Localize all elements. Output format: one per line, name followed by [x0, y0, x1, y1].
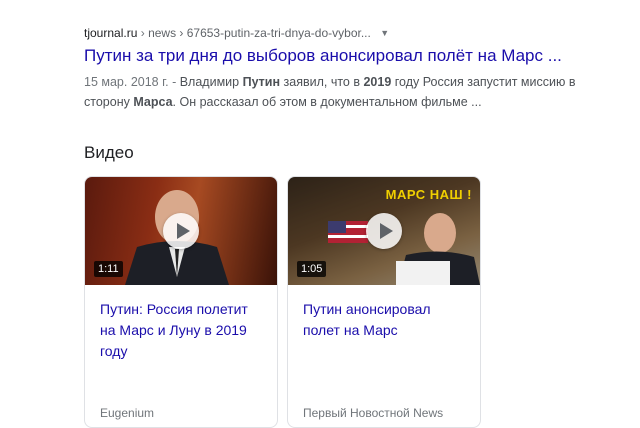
- video-title[interactable]: Путин анонсировал полет на Марс: [303, 299, 468, 341]
- snippet-bold: Марса: [133, 95, 173, 109]
- snippet-bold: Путин: [242, 75, 281, 89]
- video-title[interactable]: Путин: Россия полетит на Марс и Луну в 2…: [100, 299, 265, 362]
- result-url[interactable]: tjournal.ru › news › 67653-putin-za-tri-…: [84, 24, 624, 42]
- video-source: Первый Новостной News: [303, 406, 444, 420]
- video-source: Eugenium: [100, 406, 155, 420]
- search-result: tjournal.ru › news › 67653-putin-za-tri-…: [84, 24, 624, 112]
- play-icon[interactable]: [163, 213, 199, 249]
- snippet-bold: 2019: [363, 75, 392, 89]
- video-thumbnail[interactable]: МАРС НАШ ! 1:05: [288, 177, 480, 285]
- play-icon[interactable]: [366, 213, 402, 249]
- result-title-link[interactable]: Путин за три дня до выборов анонсировал …: [84, 45, 624, 67]
- result-path: news › 67653-putin-za-tri-dnya-do-vybor.…: [148, 26, 371, 40]
- chevron-down-icon[interactable]: ▼: [380, 24, 389, 42]
- result-domain: tjournal.ru: [84, 26, 138, 40]
- video-duration: 1:11: [94, 261, 123, 277]
- thumbnail-banner: МАРС НАШ !: [385, 187, 472, 202]
- snippet-text: Владимир: [176, 75, 243, 89]
- breadcrumb-separator: ›: [140, 26, 145, 40]
- video-thumbnail[interactable]: 1:11: [85, 177, 277, 285]
- video-card[interactable]: МАРС НАШ ! 1:05 Путин анонсировал полет …: [287, 176, 481, 428]
- snippet-text: . Он рассказал об этом в документальном …: [172, 95, 482, 109]
- result-snippet: 15 мар. 2018 г. - Владимир Путин заявил,…: [84, 72, 604, 112]
- videos-heading: Видео: [84, 143, 134, 162]
- video-duration: 1:05: [297, 261, 327, 277]
- video-card[interactable]: 1:11 Путин: Россия полетит на Марс и Лун…: [84, 176, 278, 428]
- snippet-text: заявил, что в: [280, 75, 364, 89]
- video-carousel: 1:11 Путин: Россия полетит на Марс и Лун…: [84, 176, 481, 428]
- result-date: 15 мар. 2018 г. -: [84, 75, 177, 89]
